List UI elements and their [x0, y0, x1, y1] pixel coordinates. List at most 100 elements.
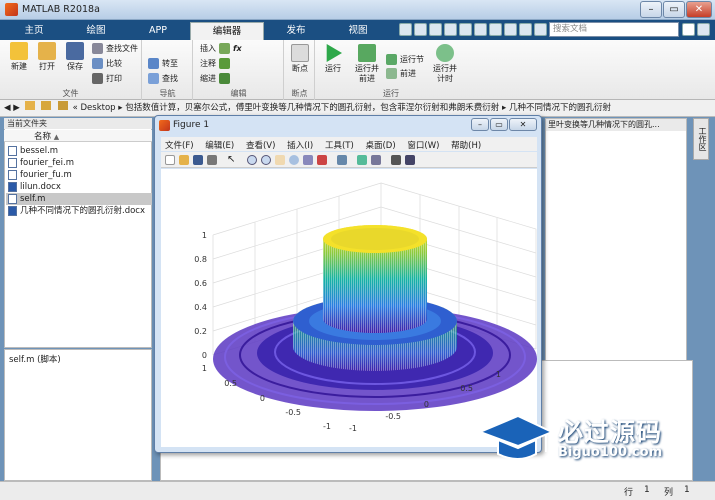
- insert-colorbar-icon[interactable]: [357, 155, 367, 165]
- redo-icon[interactable]: [474, 23, 487, 36]
- open-button[interactable]: 打开: [34, 42, 60, 72]
- search-documentation-input[interactable]: 搜索文档: [549, 22, 679, 37]
- browse-folder-icon[interactable]: [41, 101, 52, 110]
- tab-publish[interactable]: 发布: [266, 22, 326, 40]
- figure-close-button[interactable]: ✕: [509, 118, 537, 131]
- tab-editor[interactable]: 编辑器: [190, 22, 264, 40]
- diffraction-surface: [213, 225, 537, 411]
- pan-hand-icon[interactable]: [275, 155, 285, 165]
- data-cursor-icon[interactable]: [303, 155, 313, 165]
- zoom-in-icon[interactable]: [247, 155, 257, 165]
- new-figure-icon[interactable]: [165, 155, 175, 165]
- m-file-icon: [8, 158, 17, 168]
- plot-axes[interactable]: 1 0.8 0.6 0.4 0.2 0 1 0.5 0 -0.5 -1 -1 -…: [161, 169, 537, 447]
- figure-menu-view[interactable]: 查看(V): [242, 137, 280, 151]
- insert-legend-icon[interactable]: [371, 155, 381, 165]
- rotate-3d-icon[interactable]: [289, 155, 299, 165]
- workspace-side-tab[interactable]: 工作区: [693, 118, 709, 160]
- figure-minimize-button[interactable]: –: [471, 118, 489, 131]
- open-file-icon[interactable]: [179, 155, 189, 165]
- find-icon: [148, 73, 159, 84]
- tab-home[interactable]: 主页: [4, 22, 64, 40]
- paste-icon[interactable]: [444, 23, 457, 36]
- editor-ribbon: 新建 打开 保存 查找文件 比较 打印 文件 转至 查找 导航 插入 fx 注释 …: [0, 40, 715, 100]
- details-file-label: self.m (脚本): [9, 355, 61, 365]
- figure-menu-edit[interactable]: 编辑(E): [201, 137, 239, 151]
- z-tick-label: 1: [202, 231, 207, 240]
- indent-button[interactable]: 缩进: [200, 73, 230, 84]
- run-section-button[interactable]: 运行节: [386, 54, 424, 65]
- breakpoints-button[interactable]: 断点: [287, 44, 313, 74]
- zoom-out-icon[interactable]: [261, 155, 271, 165]
- new-plus-icon: [10, 42, 28, 60]
- breadcrumb-parent-folder[interactable]: 包括数值计算，贝塞尔公式，傅里叶变换等几种情况下的圆孔衍射，包含菲涅尔衍射和弗朗…: [125, 103, 499, 113]
- run-advance-icon: [358, 44, 376, 62]
- file-item[interactable]: fourier_fei.m: [6, 157, 152, 169]
- file-item-selected[interactable]: self.m: [6, 193, 152, 205]
- file-item[interactable]: 几种不同情况下的圆孔衍射.docx: [6, 205, 152, 217]
- print-button[interactable]: 打印: [92, 73, 122, 84]
- insert-button[interactable]: 插入 fx: [200, 43, 242, 54]
- cut-icon[interactable]: [414, 23, 427, 36]
- compare-button[interactable]: 比较: [92, 58, 122, 69]
- notification-icon[interactable]: [697, 23, 710, 36]
- figure-maximize-button[interactable]: ▭: [490, 118, 508, 131]
- maximize-button[interactable]: ▭: [663, 1, 685, 18]
- search-icon[interactable]: [682, 23, 695, 36]
- figure-menu-file[interactable]: 文件(F): [161, 137, 199, 151]
- figure-menu-insert[interactable]: 插入(I): [283, 137, 318, 151]
- status-bar: 行 1 列 1: [0, 481, 715, 500]
- help-icon[interactable]: [504, 23, 517, 36]
- copy-icon[interactable]: [429, 23, 442, 36]
- indent-label: 缩进: [200, 74, 216, 83]
- new-button[interactable]: 新建: [6, 42, 32, 72]
- brush-icon[interactable]: [317, 155, 327, 165]
- tab-plots[interactable]: 绘图: [66, 22, 126, 40]
- breadcrumb-desktop[interactable]: Desktop: [81, 103, 116, 113]
- save-figure-icon[interactable]: [193, 155, 203, 165]
- show-plot-tools-icon[interactable]: [405, 155, 415, 165]
- col-label: 列: [664, 488, 674, 498]
- up-folder-icon[interactable]: [24, 101, 35, 110]
- run-and-time-button[interactable]: 运行并 计时: [430, 44, 460, 84]
- pointer-arrow-icon[interactable]: ↖: [227, 155, 237, 165]
- figure-menu-help[interactable]: 帮助(H): [447, 137, 486, 151]
- save-quick-icon[interactable]: [399, 23, 412, 36]
- file-item[interactable]: lilun.docx: [6, 181, 152, 193]
- tab-view[interactable]: 视图: [328, 22, 388, 40]
- goto-button[interactable]: 转至: [148, 58, 178, 69]
- print-figure-icon[interactable]: [207, 155, 217, 165]
- figure-menu-desktop[interactable]: 桌面(D): [361, 137, 400, 151]
- figure-menu-window[interactable]: 窗口(W): [403, 137, 444, 151]
- run-button[interactable]: 运行: [320, 44, 346, 74]
- address-folder-icon: [57, 101, 68, 110]
- name-column-header[interactable]: 名称 ▲: [4, 130, 152, 142]
- comment-button[interactable]: 注释: [200, 58, 230, 69]
- find-files-button[interactable]: 查找文件: [92, 43, 138, 54]
- advance-button[interactable]: 前进: [386, 68, 416, 79]
- find-button[interactable]: 查找: [148, 73, 178, 84]
- file-item[interactable]: fourier_fu.m: [6, 169, 152, 181]
- close-button[interactable]: ✕: [686, 1, 712, 18]
- forward-arrow-icon[interactable]: ▶: [13, 103, 20, 113]
- watermark-logo: 必过源码 Biguo100.com: [477, 410, 708, 470]
- back-arrow-icon[interactable]: ◀: [4, 103, 11, 113]
- figure-menu-tools[interactable]: 工具(T): [321, 137, 359, 151]
- hide-plot-tools-icon[interactable]: [391, 155, 401, 165]
- matlab-logo-icon: [5, 3, 18, 16]
- community-icon[interactable]: [519, 23, 532, 36]
- tab-apps[interactable]: APP: [128, 22, 188, 40]
- figure-window[interactable]: Figure 1 – ▭ ✕ 文件(F) 编辑(E) 查看(V) 插入(I) 工…: [154, 115, 542, 453]
- minimize-button[interactable]: –: [640, 1, 662, 18]
- switch-windows-icon[interactable]: [489, 23, 502, 36]
- file-item[interactable]: bessel.m: [6, 145, 152, 157]
- undo-icon[interactable]: [459, 23, 472, 36]
- run-group: 运行 运行并 前进 运行节 前进 运行并 计时 运行: [316, 40, 466, 100]
- file-group: 新建 打开 保存 查找文件 比较 打印 文件: [0, 40, 142, 100]
- find-files-label: 查找文件: [106, 44, 138, 53]
- link-plot-icon[interactable]: [337, 155, 347, 165]
- run-and-advance-button[interactable]: 运行并 前进: [352, 44, 382, 84]
- save-button[interactable]: 保存: [62, 42, 88, 72]
- help-dropdown-icon[interactable]: [534, 23, 547, 36]
- breadcrumb-current-folder[interactable]: 几种不同情况下的圆孔衍射: [509, 103, 611, 113]
